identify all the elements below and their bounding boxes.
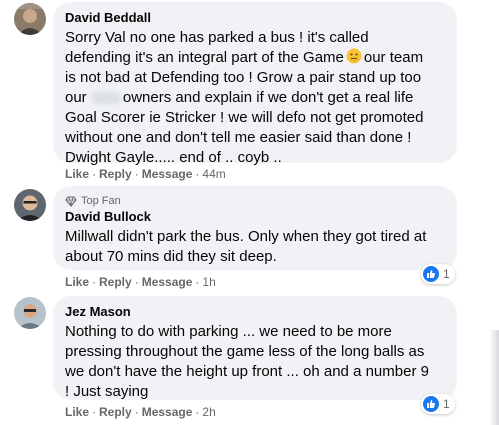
comment-line: without one and don't tell me easier sai… bbox=[65, 129, 412, 146]
comments-panel: David Beddall Sorry Val no one has parke… bbox=[0, 0, 499, 425]
comment-line: Millwall didn't park the bus. Only when … bbox=[65, 228, 427, 245]
reply-link[interactable]: Reply bbox=[99, 405, 132, 419]
reaction-summary[interactable]: 1 bbox=[421, 394, 455, 414]
comment-bubble: Jez Mason Nothing to do with parking ...… bbox=[53, 296, 457, 400]
comment-bubble: David Beddall Sorry Val no one has parke… bbox=[53, 2, 457, 166]
avatar[interactable] bbox=[14, 297, 46, 329]
reaction-count: 1 bbox=[443, 397, 450, 411]
comment-author[interactable]: David Beddall bbox=[65, 10, 445, 26]
separator-dot: · bbox=[134, 405, 139, 419]
comment-timestamp[interactable]: 44m bbox=[202, 167, 225, 181]
separator-dot: · bbox=[195, 275, 200, 289]
comment-actions: Like · Reply · Message · 2h bbox=[65, 404, 216, 420]
like-link[interactable]: Like bbox=[65, 405, 89, 419]
avatar[interactable] bbox=[14, 3, 46, 35]
separator-dot: · bbox=[92, 167, 97, 181]
like-icon bbox=[423, 396, 439, 412]
comment-line: Goal Scorer ie Stricker ! we will defo n… bbox=[65, 109, 424, 126]
separator-dot: · bbox=[195, 167, 200, 181]
like-link[interactable]: Like bbox=[65, 275, 89, 289]
comment-author[interactable]: Jez Mason bbox=[65, 304, 445, 320]
comment-line: ! Just saying bbox=[65, 383, 149, 400]
comment-line: is not bad at Defending too ! Grow a pai… bbox=[65, 69, 422, 86]
comment-line-text: owners and explain if we don't get a rea… bbox=[122, 89, 414, 106]
comment-line-text: our bbox=[65, 89, 87, 106]
comment-text: Nothing to do with parking ... we need t… bbox=[65, 322, 445, 402]
censored-word bbox=[91, 92, 120, 105]
reply-link[interactable]: Reply bbox=[99, 275, 132, 289]
separator-dot: · bbox=[134, 275, 139, 289]
comment-line: Nothing to do with parking ... we need t… bbox=[65, 323, 392, 340]
comment-bubble: Top Fan David Bullock Millwall didn't pa… bbox=[53, 186, 457, 270]
reaction-count: 1 bbox=[443, 267, 450, 281]
thinking-face-emoji bbox=[346, 48, 362, 64]
comment-actions: Like · Reply · Message · 44m bbox=[65, 166, 226, 182]
comment-text: Millwall didn't park the bus. Only when … bbox=[65, 227, 445, 267]
diamond-icon bbox=[65, 196, 77, 207]
comment-actions: Like · Reply · Message · 1h bbox=[65, 274, 216, 290]
reaction-summary[interactable]: 1 bbox=[421, 264, 455, 284]
top-fan-badge[interactable]: Top Fan bbox=[65, 194, 445, 208]
comment-line-text: our team bbox=[363, 49, 424, 66]
avatar[interactable] bbox=[14, 189, 46, 221]
reply-link[interactable]: Reply bbox=[99, 167, 132, 181]
comment-line: about 70 mins did they sit deep. bbox=[65, 248, 277, 265]
comment-line: Dwight Gayle..... end of .. coyb .. bbox=[65, 149, 282, 166]
separator-dot: · bbox=[134, 167, 139, 181]
separator-dot: · bbox=[92, 405, 97, 419]
top-fan-label: Top Fan bbox=[81, 195, 121, 207]
message-link[interactable]: Message bbox=[142, 275, 193, 289]
comment-author[interactable]: David Bullock bbox=[65, 209, 445, 225]
scroll-edge-shadow bbox=[489, 330, 499, 425]
like-icon bbox=[423, 266, 439, 282]
comment-text: Sorry Val no one has parked a bus ! it's… bbox=[65, 28, 445, 168]
comment-timestamp[interactable]: 1h bbox=[202, 275, 215, 289]
comment-line: we don't have the height up front ... oh… bbox=[65, 363, 429, 380]
separator-dot: · bbox=[195, 405, 200, 419]
comment-line-text: defending it's an integral part of the G… bbox=[65, 49, 344, 66]
comment-timestamp[interactable]: 2h bbox=[202, 405, 215, 419]
comment-line: Sorry Val no one has parked a bus ! it's… bbox=[65, 29, 369, 46]
comment-line: our owners and explain if we don't get a… bbox=[65, 88, 445, 108]
message-link[interactable]: Message bbox=[142, 167, 193, 181]
like-link[interactable]: Like bbox=[65, 167, 89, 181]
separator-dot: · bbox=[92, 275, 97, 289]
comment-line: defending it's an integral part of the G… bbox=[65, 48, 445, 68]
comment-line: pressing throughout the game less of the… bbox=[65, 343, 425, 360]
message-link[interactable]: Message bbox=[142, 405, 193, 419]
